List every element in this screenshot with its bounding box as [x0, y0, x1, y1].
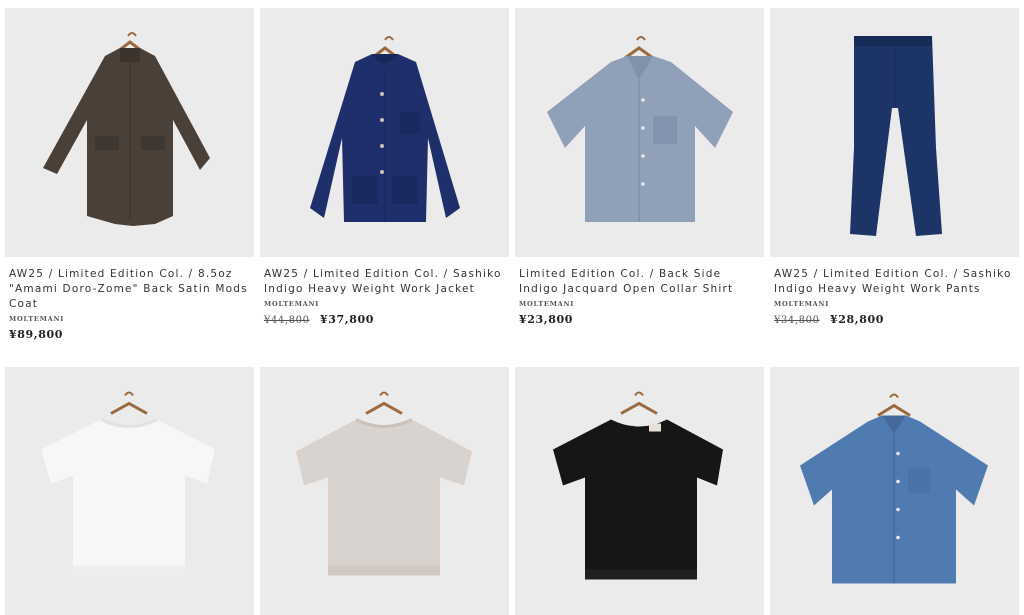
- product-card[interactable]: AW25 / Limited Edition Col. / Sashiko In…: [260, 8, 509, 341]
- product-image[interactable]: [515, 367, 764, 615]
- mods-coat-image: [5, 8, 254, 257]
- denim-shirt-image: [770, 367, 1019, 615]
- product-card[interactable]: [515, 367, 764, 615]
- product-grid-row-1: AW25 / Limited Edition Col. / 8.5oz "Ama…: [5, 8, 1019, 341]
- product-card[interactable]: [260, 367, 509, 615]
- product-brand: MOLTEMANI: [9, 315, 65, 323]
- knit-tee-image: [5, 367, 254, 615]
- product-brand: MOLTEMANI: [519, 300, 575, 308]
- product-card[interactable]: AW25 / Limited Edition Col. / 8.5oz "Ama…: [5, 8, 254, 341]
- knit-tee-image: [515, 367, 764, 615]
- work-jacket-image: [260, 8, 509, 257]
- product-image[interactable]: [515, 8, 764, 257]
- product-old-price: ¥44,800: [264, 315, 310, 326]
- product-title[interactable]: AW25 / Limited Edition Col. / Sashiko In…: [774, 267, 1015, 297]
- product-title[interactable]: Limited Edition Col. / Back Side Indigo …: [519, 267, 760, 297]
- product-price: ¥28,800: [830, 313, 884, 326]
- product-price: ¥89,800: [9, 328, 63, 341]
- product-card[interactable]: [770, 367, 1019, 615]
- product-card[interactable]: Limited Edition Col. / Back Side Indigo …: [515, 8, 764, 341]
- product-image[interactable]: [260, 8, 509, 257]
- product-card[interactable]: [5, 367, 254, 615]
- open-collar-shirt-image: [515, 8, 764, 257]
- product-title[interactable]: AW25 / Limited Edition Col. / Sashiko In…: [264, 267, 505, 297]
- product-price: ¥37,800: [320, 313, 374, 326]
- product-grid-row-2: [5, 367, 1019, 615]
- product-image[interactable]: [5, 367, 254, 615]
- product-image[interactable]: [770, 8, 1019, 257]
- product-title[interactable]: AW25 / Limited Edition Col. / 8.5oz "Ama…: [9, 267, 250, 312]
- product-image[interactable]: [770, 367, 1019, 615]
- work-pants-image: [770, 8, 1019, 257]
- product-image[interactable]: [5, 8, 254, 257]
- product-card[interactable]: AW25 / Limited Edition Col. / Sashiko In…: [770, 8, 1019, 341]
- product-brand: MOLTEMANI: [774, 300, 830, 308]
- product-brand: MOLTEMANI: [264, 300, 320, 308]
- knit-tee-image: [260, 367, 509, 615]
- product-image[interactable]: [260, 367, 509, 615]
- product-old-price: ¥34,800: [774, 315, 820, 326]
- product-price: ¥23,800: [519, 313, 573, 326]
